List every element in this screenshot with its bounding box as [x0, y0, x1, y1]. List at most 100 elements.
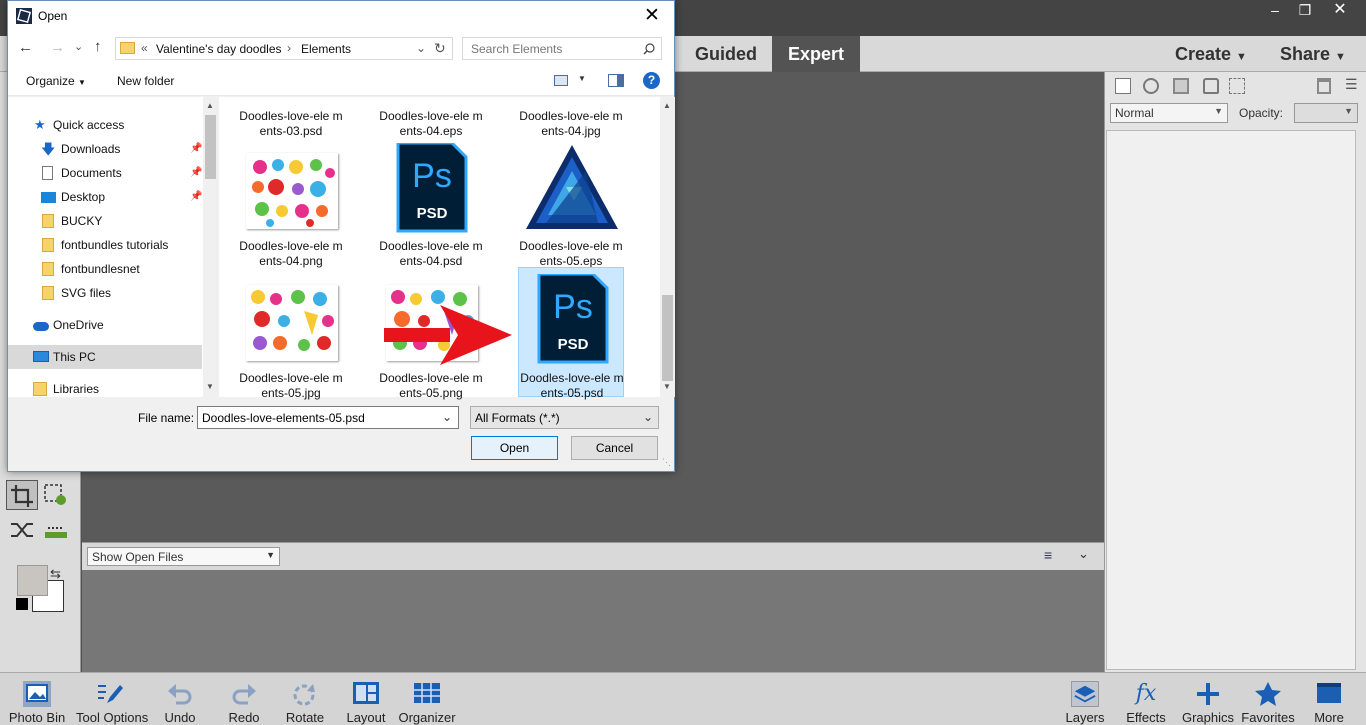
file-item[interactable]: Doodles-love-ele ments-04.jpg	[518, 13, 624, 141]
opacity-select[interactable]: ▼	[1294, 103, 1358, 123]
bin-menu-icon[interactable]: ≡	[1044, 547, 1052, 563]
help-icon[interactable]: ?	[643, 72, 660, 89]
nav-scrollbar[interactable]: ▲ ▼	[203, 97, 218, 397]
nav-desktop[interactable]: Desktop 📌	[8, 185, 203, 209]
close-app-button[interactable]: ✕	[1320, 0, 1360, 20]
file-type-select[interactable]: All Formats (*.*) ⌄	[470, 406, 659, 429]
scroll-down-icon[interactable]: ▼	[206, 382, 214, 391]
file-type-dropdown-icon[interactable]: ⌄	[643, 410, 653, 424]
nav-downloads[interactable]: 🡇 Downloads 📌	[8, 137, 203, 161]
tool-options-button[interactable]: Tool Options	[76, 677, 148, 725]
doodle-thumbnail	[246, 143, 338, 235]
nav-documents[interactable]: Documents 📌	[8, 161, 203, 185]
file-item[interactable]: Doodles-love-ele ments-04.eps	[378, 13, 484, 141]
foreground-color-swatch-top[interactable]	[17, 565, 48, 596]
caret-down-icon: ▼	[1344, 106, 1353, 116]
lock-transparency-icon[interactable]	[1229, 78, 1245, 94]
file-scroll-thumb[interactable]	[662, 295, 673, 381]
panel-menu-icon[interactable]: ☰	[1345, 76, 1358, 93]
file-item[interactable]: Doodles-love-ele ments-05.eps	[518, 143, 624, 271]
file-item[interactable]: Doodles-love-ele ments-05.jpg	[238, 275, 344, 403]
psd-thumbnail: Ps PSD	[527, 272, 619, 366]
recent-locations-icon[interactable]: ⌄	[74, 40, 83, 53]
favorites-button[interactable]: Favorites	[1235, 677, 1301, 725]
nav-svg-files[interactable]: SVG files	[8, 281, 203, 305]
straighten-icon	[45, 527, 67, 538]
undo-icon	[168, 684, 192, 705]
layer-mask-icon[interactable]	[1173, 78, 1189, 94]
collapse-icon[interactable]: ⌄	[1078, 546, 1089, 562]
straighten-tool[interactable]	[42, 518, 70, 544]
expert-tab[interactable]: Expert	[772, 36, 860, 72]
new-layer-icon[interactable]	[1115, 78, 1131, 94]
forward-arrow-icon[interactable]: →	[50, 39, 65, 56]
more-button[interactable]: More	[1296, 677, 1362, 725]
new-folder-button[interactable]: New folder	[117, 74, 174, 88]
nav-quick-access[interactable]: ★ Quick access	[8, 113, 203, 137]
content-aware-move-tool[interactable]	[8, 518, 36, 544]
desktop-icon	[41, 192, 56, 203]
organize-menu[interactable]: Organize ▼	[26, 74, 86, 88]
navigation-pane: ★ Quick access 🡇 Downloads 📌 Documents 📌…	[8, 97, 218, 397]
file-scrollbar[interactable]: ▲ ▼	[660, 97, 675, 397]
cancel-button[interactable]: Cancel	[571, 436, 658, 460]
layers-button[interactable]: Layers	[1052, 677, 1118, 725]
nav-libraries[interactable]: Libraries	[8, 377, 203, 401]
bin-source-select[interactable]: Show Open Files ▼	[87, 547, 280, 566]
photo-bin-bar: Show Open Files ▼ ≡ ⌄	[82, 542, 1104, 570]
nav-bucky[interactable]: BUCKY	[8, 209, 203, 233]
file-name-input[interactable]: Doodles-love-elements-05.psd ⌄	[197, 406, 459, 429]
restore-button[interactable]: ❐	[1290, 0, 1320, 20]
nav-this-pc[interactable]: This PC	[8, 345, 202, 369]
back-arrow-icon[interactable]: ←	[18, 39, 33, 56]
layout-button[interactable]: Layout	[333, 677, 399, 725]
scroll-down-icon[interactable]: ▼	[663, 382, 671, 391]
minimize-button[interactable]: –	[1260, 0, 1290, 20]
default-colors-icon[interactable]	[16, 598, 28, 610]
organizer-icon	[414, 683, 440, 703]
file-item[interactable]: Doodles-love-ele ments-04.png	[238, 143, 344, 271]
recompose-icon	[44, 484, 66, 505]
nav-fontbundles-tutorials[interactable]: fontbundles tutorials	[8, 233, 203, 257]
open-button[interactable]: Open	[471, 436, 558, 460]
redo-button[interactable]: Redo	[211, 677, 277, 725]
layout-icon	[353, 682, 379, 704]
adjustment-layer-icon[interactable]	[1143, 78, 1159, 94]
organizer-button[interactable]: Organizer	[394, 677, 460, 725]
swap-colors-icon[interactable]: ⇆	[50, 566, 66, 581]
affinity-thumbnail	[526, 143, 618, 235]
blend-mode-select[interactable]: Normal ▼	[1110, 103, 1228, 123]
photo-bin-button[interactable]: Photo Bin	[4, 677, 70, 725]
recompose-tool[interactable]	[42, 482, 70, 510]
file-item[interactable]: Doodles-love-ele ments-03.psd	[238, 13, 344, 141]
undo-button[interactable]: Undo	[147, 677, 213, 725]
scroll-up-icon[interactable]: ▲	[206, 101, 214, 110]
share-menu[interactable]: Share ▼	[1280, 36, 1346, 72]
nav-fontbundlesnet[interactable]: fontbundlesnet	[8, 257, 203, 281]
nav-onedrive[interactable]: OneDrive	[8, 313, 203, 337]
breadcrumb-overflow[interactable]: «	[141, 41, 148, 55]
effects-button[interactable]: fx Effects	[1113, 677, 1179, 725]
file-name-dropdown-icon[interactable]: ⌄	[442, 410, 452, 424]
file-item[interactable]: Ps PSD Doodles-love-ele ments-04.psd	[378, 141, 484, 271]
opacity-label: Opacity:	[1239, 106, 1284, 120]
psd-thumbnail: Ps PSD	[386, 141, 478, 235]
open-dialog: Open ✕ ← → ⌄ ↑ « Valentine's day doodles…	[7, 0, 675, 472]
more-icon	[1317, 683, 1341, 703]
star-icon: ★	[34, 117, 46, 132]
crop-tool[interactable]	[6, 480, 38, 510]
file-item-selected[interactable]: Ps PSD Doodles-love-ele ments-05.psd	[518, 267, 624, 400]
nav-scroll-thumb[interactable]	[205, 115, 216, 179]
create-menu[interactable]: Create ▼	[1175, 36, 1247, 72]
rotate-button[interactable]: Rotate	[272, 677, 338, 725]
up-arrow-icon[interactable]: ↑	[94, 38, 102, 55]
trash-icon[interactable]	[1317, 78, 1331, 94]
guided-tab[interactable]: Guided	[680, 36, 772, 72]
scroll-up-icon[interactable]: ▲	[663, 101, 671, 110]
tool-options-icon	[98, 685, 123, 703]
resize-grip-icon[interactable]: ⋱	[662, 457, 671, 468]
lock-icon[interactable]	[1203, 78, 1219, 94]
graphics-button[interactable]: Graphics	[1175, 677, 1241, 725]
dialog-close-icon[interactable]: ✕	[644, 4, 660, 27]
folder-icon	[42, 214, 54, 228]
